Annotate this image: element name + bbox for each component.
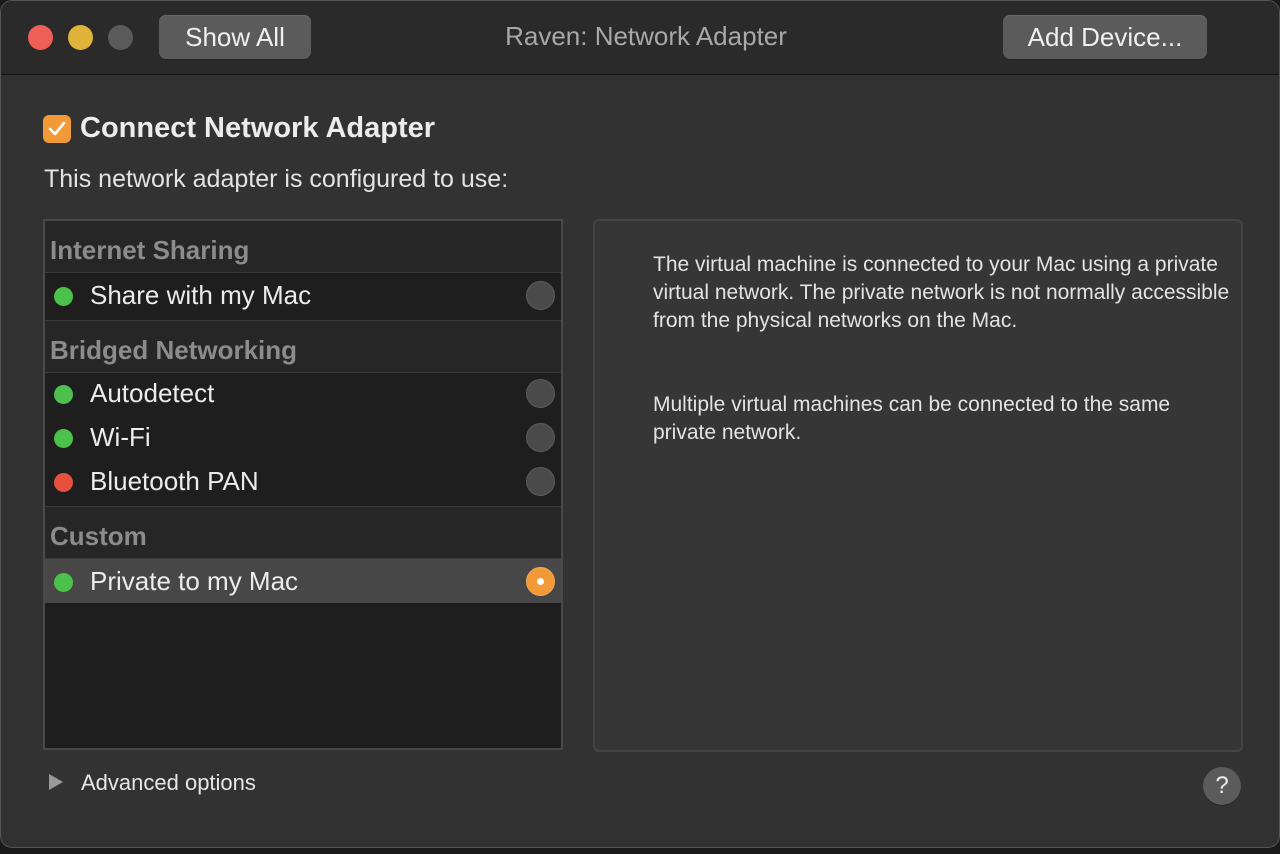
network-source-list: Internet Sharing Share with my Mac Bridg…	[43, 219, 563, 750]
group-header-bridged-networking: Bridged Networking	[45, 321, 561, 373]
group-header-internet-sharing: Internet Sharing	[45, 221, 561, 273]
list-item-label: Bluetooth PAN	[90, 466, 259, 496]
description-paragraph-2: Multiple virtual machines can be connect…	[653, 393, 1171, 444]
group-header-custom: Custom	[45, 507, 561, 559]
status-dot-icon	[54, 573, 73, 592]
radio-button[interactable]	[526, 467, 555, 496]
list-item-label: Wi-Fi	[90, 422, 151, 452]
add-device-button[interactable]: Add Device...	[1003, 15, 1207, 59]
list-item-wifi[interactable]: Wi-Fi	[45, 415, 561, 459]
list-item-label: Share with my Mac	[90, 280, 312, 310]
description-panel: The virtual machine is connected to your…	[593, 219, 1243, 752]
status-dot-icon	[54, 429, 73, 448]
close-window-button[interactable]	[28, 25, 53, 50]
disclosure-triangle-icon[interactable]	[49, 774, 63, 790]
window-title: Raven: Network Adapter	[505, 21, 787, 51]
list-item-label: Private to my Mac	[90, 566, 299, 596]
config-description-label: This network adapter is configured to us…	[44, 165, 509, 193]
list-item-autodetect[interactable]: Autodetect	[45, 371, 561, 415]
zoom-window-button[interactable]	[108, 25, 133, 50]
description-paragraph-1: The virtual machine is connected to your…	[653, 253, 1230, 332]
minimize-window-button[interactable]	[68, 25, 93, 50]
radio-button[interactable]	[526, 379, 555, 408]
status-dot-icon	[54, 473, 73, 492]
checkmark-icon	[48, 121, 66, 136]
titlebar: Show All Raven: Network Adapter Add Devi…	[1, 1, 1279, 75]
help-button[interactable]: ?	[1203, 767, 1241, 805]
advanced-options-toggle[interactable]: Advanced options	[81, 770, 256, 796]
list-item-bluetooth-pan[interactable]: Bluetooth PAN	[45, 459, 561, 503]
radio-button-selected[interactable]	[526, 567, 555, 596]
radio-button[interactable]	[526, 281, 555, 310]
network-adapter-window: Show All Raven: Network Adapter Add Devi…	[0, 0, 1280, 848]
status-dot-icon	[54, 385, 73, 404]
connect-adapter-checkbox[interactable]	[43, 115, 71, 143]
list-item-label: Autodetect	[90, 378, 215, 408]
radio-button[interactable]	[526, 423, 555, 452]
list-item-share-with-my-mac[interactable]: Share with my Mac	[45, 273, 561, 317]
show-all-button[interactable]: Show All	[159, 15, 311, 59]
list-item-private-to-my-mac[interactable]: Private to my Mac	[45, 559, 561, 603]
status-dot-icon	[54, 287, 73, 306]
connect-adapter-label: Connect Network Adapter	[80, 112, 436, 144]
